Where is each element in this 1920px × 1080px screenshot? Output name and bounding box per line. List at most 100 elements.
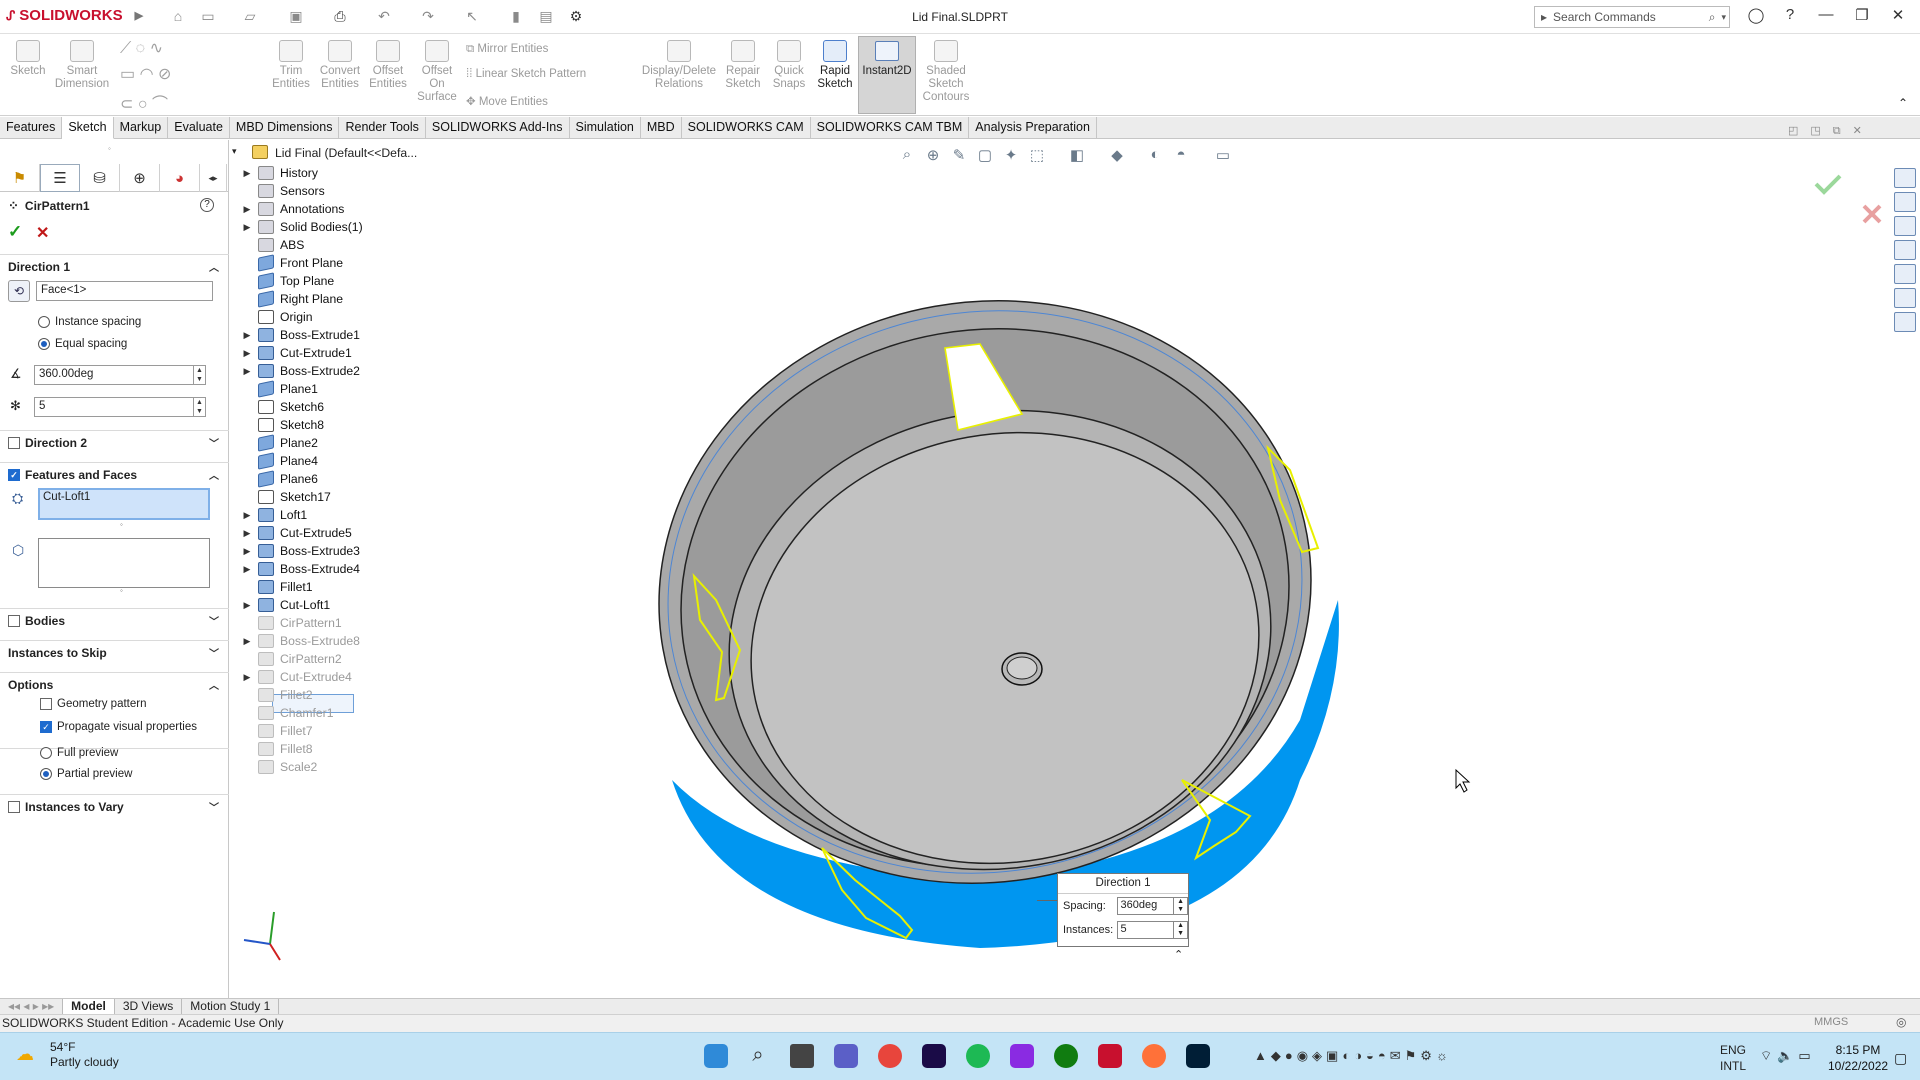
display-style-icon[interactable]: ◧ <box>1066 146 1088 166</box>
propagate-option[interactable]: ✓ Propagate visual properties <box>40 721 197 733</box>
features-faces-checkbox[interactable]: ✓ <box>8 468 20 481</box>
collapse-chevron-icon[interactable]: ︿ <box>209 259 219 274</box>
tab-evaluate[interactable]: Evaluate <box>168 117 230 139</box>
tree-root[interactable]: Lid Final (Default<<Defa... <box>275 146 417 160</box>
faces-list[interactable] <box>38 538 210 588</box>
tree-item[interactable]: CirPattern1 <box>236 614 342 632</box>
section-options[interactable]: Options ︿ <box>0 672 229 696</box>
tree-item[interactable]: ▶ Cut-Loft1 <box>236 596 330 614</box>
full-preview-radio[interactable] <box>40 747 52 759</box>
instances-field[interactable]: 5 <box>34 397 194 417</box>
bottom-tab-motion-study-1[interactable]: Motion Study 1 <box>182 999 280 1014</box>
splitter-handle-icon[interactable]: ◦ <box>108 144 111 153</box>
tab-simulation[interactable]: Simulation <box>570 117 641 139</box>
expand-chevron-icon[interactable]: ﹀ <box>209 613 219 628</box>
tab-scroll-arrows-icon[interactable]: ◂◂ ◂ ▸ ▸▸ <box>0 999 64 1014</box>
tree-item[interactable]: Plane2 <box>236 434 318 452</box>
expand-arrow-icon[interactable]: ▶ <box>236 366 258 377</box>
photoshop-icon[interactable] <box>1186 1044 1210 1068</box>
section-direction1[interactable]: Direction 1 ︿ <box>0 254 229 278</box>
tree-item[interactable]: ▶ Boss-Extrude8 <box>236 632 360 650</box>
search-dropdown-icon[interactable]: ▾ <box>1721 12 1726 23</box>
tree-item[interactable]: Fillet8 <box>236 740 313 758</box>
weather-widget[interactable]: 54°F Partly cloudy <box>50 1040 119 1070</box>
quick-snaps-button[interactable]: Quick Snaps <box>768 40 810 91</box>
search-commands[interactable]: ▸ Search Commands ⌕ ▾ <box>1534 6 1730 28</box>
search-icon[interactable]: ⌕ <box>1709 10 1716 25</box>
tab-solidworks-cam-tbm[interactable]: SOLIDWORKS CAM TBM <box>811 117 970 139</box>
view-orientation-icon[interactable]: ⬚ <box>1026 146 1048 166</box>
convert-entities-button[interactable]: Convert Entities <box>316 40 364 91</box>
view-palette-icon[interactable] <box>1894 240 1916 260</box>
close-button[interactable]: ✕ <box>1884 6 1912 28</box>
rectangle-icon[interactable]: ▭ ◠ ⊘ <box>120 64 171 84</box>
tree-item[interactable]: CirPattern2 <box>236 650 342 668</box>
angle-field[interactable]: 360.00deg <box>34 365 194 385</box>
doc-window-controls[interactable]: ◰◳⧉✕ <box>1788 124 1874 138</box>
section-direction2[interactable]: Direction 2 ﹀ <box>0 430 229 454</box>
root-collapse-icon[interactable]: ▾ <box>232 146 237 157</box>
tab-markup[interactable]: Markup <box>114 117 169 139</box>
expand-arrow-icon[interactable]: ▶ <box>236 546 258 557</box>
full-preview-option[interactable]: Full preview <box>40 747 118 759</box>
tree-item[interactable]: Sketch17 <box>236 488 331 506</box>
tab-scroll-icon[interactable]: ◂▸ <box>200 164 227 192</box>
notifications-icon[interactable]: ▢ <box>1894 1050 1907 1067</box>
tab-mbd[interactable]: MBD <box>641 117 682 139</box>
zoom-to-fit-icon[interactable]: ⌕ <box>896 146 918 166</box>
tree-item[interactable]: Plane6 <box>236 470 318 488</box>
offset-entities-button[interactable]: Offset Entities <box>364 40 412 91</box>
expand-arrow-icon[interactable]: ▶ <box>236 600 258 611</box>
tab-analysis-preparation[interactable]: Analysis Preparation <box>969 117 1097 139</box>
geometry-pattern-option[interactable]: Geometry pattern <box>40 698 146 710</box>
tab-render-tools[interactable]: Render Tools <box>339 117 426 139</box>
save-icon[interactable]: ▣ <box>286 8 306 26</box>
tree-item[interactable]: Plane1 <box>236 380 318 398</box>
design-library-icon[interactable] <box>1894 192 1916 212</box>
print-icon[interactable]: ⎙ <box>330 8 350 26</box>
section-view-icon[interactable]: ▢ <box>974 146 996 166</box>
collapse-chevron-icon[interactable]: ︿ <box>209 467 219 482</box>
open-icon[interactable]: ▱ <box>240 8 260 26</box>
features-list[interactable]: Cut-Loft1 <box>38 488 210 520</box>
expand-arrow-icon[interactable]: ▶ <box>236 204 258 215</box>
user-icon[interactable]: ◯ <box>1742 6 1770 28</box>
propagate-checkbox[interactable]: ✓ <box>40 721 52 733</box>
home-icon[interactable]: ⌂ <box>168 8 188 26</box>
tree-item[interactable]: ▶ Boss-Extrude2 <box>236 362 360 380</box>
tab-sketch[interactable]: Sketch <box>62 117 114 139</box>
view-settings-icon[interactable]: ▭ <box>1212 146 1234 166</box>
property-manager-tab-icon[interactable]: ☰ <box>40 164 80 192</box>
offset-on-surface-button[interactable]: Offset On Surface <box>414 40 460 104</box>
tree-item[interactable]: Scale2 <box>236 758 317 776</box>
taskbar-search-icon[interactable]: ⌕ <box>746 1044 770 1068</box>
dimxpert-tab-icon[interactable]: ⊕ <box>120 164 160 192</box>
forum-icon[interactable] <box>1894 312 1916 332</box>
xbox-icon[interactable] <box>1054 1044 1078 1068</box>
expand-arrow-icon[interactable]: ▶ <box>236 330 258 341</box>
instances-spinner[interactable]: ▲ ▼ <box>1174 921 1188 939</box>
axis-field[interactable]: Face<1> <box>36 281 213 301</box>
spotify-icon[interactable] <box>966 1044 990 1068</box>
angle-spinner[interactable]: ▲ ▼ <box>194 365 206 385</box>
status-help-icon[interactable]: ◎ <box>1896 1015 1906 1029</box>
tree-item[interactable]: ▶ Boss-Extrude3 <box>236 542 360 560</box>
edit-appearance-icon[interactable]: ◐ <box>1144 146 1166 166</box>
tree-item[interactable]: ABS <box>236 236 304 254</box>
tree-item[interactable]: Top Plane <box>236 272 334 290</box>
windows-start-icon[interactable] <box>704 1044 728 1068</box>
tree-item[interactable]: ▶ Cut-Extrude4 <box>236 668 352 686</box>
line-icon[interactable]: ⟋ ◌ ∿ <box>120 38 163 58</box>
smart-dimension-button[interactable]: Smart Dimension <box>52 40 112 91</box>
equal-spacing-radio[interactable] <box>38 338 50 350</box>
linear-sketch-pattern-button[interactable]: ⁞⁞ Linear Sketch Pattern <box>466 68 586 80</box>
zoom-to-area-icon[interactable]: ⊕ <box>922 146 944 166</box>
after-effects-icon[interactable] <box>922 1044 946 1068</box>
spacing-input[interactable]: 360deg <box>1116 897 1175 915</box>
bottom-tab-3d-views[interactable]: 3D Views <box>115 999 183 1014</box>
rapid-sketch-button[interactable]: Rapid Sketch <box>814 40 856 91</box>
expand-arrow-icon[interactable]: ▶ <box>236 528 258 539</box>
instance-spacing-radio[interactable] <box>38 316 50 328</box>
axis-selector-icon[interactable]: ⟲ <box>8 280 30 302</box>
tab-solidworks-cam[interactable]: SOLIDWORKS CAM <box>682 117 811 139</box>
